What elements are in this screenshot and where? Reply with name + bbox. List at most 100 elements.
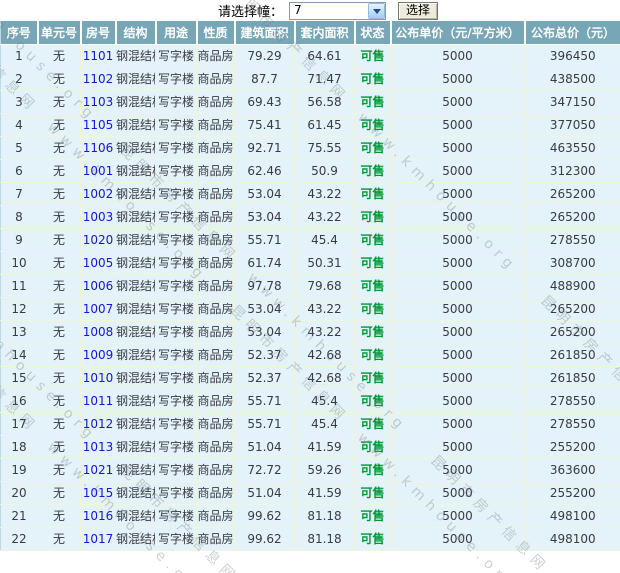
cell-unit_price: 5000	[390, 251, 525, 275]
cell-unit_price: 5000	[390, 389, 525, 413]
cell-seq: 12	[0, 297, 38, 321]
cell-seq: 7	[0, 182, 38, 206]
room-link[interactable]: 1015	[80, 481, 116, 505]
cell-build_area: 53.04	[234, 297, 295, 321]
cell-seq: 13	[0, 320, 38, 344]
room-link[interactable]: 1020	[80, 228, 116, 252]
cell-unit: 无	[37, 274, 81, 298]
cell-structure: 钢混结构	[115, 504, 156, 528]
room-link[interactable]: 1009	[80, 343, 116, 367]
table-row: 10无1005钢混结构写字楼商品房61.7450.31可售5000308700	[0, 251, 620, 275]
cell-total_price: 438500	[524, 67, 620, 91]
cell-inner_area: 75.55	[294, 136, 355, 160]
cell-structure: 钢混结构	[115, 435, 156, 459]
cell-build_area: 87.7	[234, 67, 295, 91]
room-link[interactable]: 1106	[80, 136, 116, 160]
table-row: 17无1012钢混结构写字楼商品房55.7145.4可售5000278550	[0, 412, 620, 436]
cell-seq: 9	[0, 228, 38, 252]
cell-build_area: 52.37	[234, 366, 295, 390]
table-row: 8无1003钢混结构写字楼商品房53.0443.22可售5000265200	[0, 205, 620, 229]
cell-unit: 无	[37, 182, 81, 206]
cell-usage: 写字楼	[155, 458, 197, 482]
cell-unit_price: 5000	[390, 297, 525, 321]
cell-unit: 无	[37, 343, 81, 367]
cell-seq: 15	[0, 366, 38, 390]
cell-unit_price: 5000	[390, 504, 525, 528]
cell-status: 可售	[354, 343, 391, 367]
cell-unit_price: 5000	[390, 90, 525, 114]
cell-inner_area: 81.18	[294, 527, 355, 551]
cell-nature: 商品房	[196, 504, 235, 528]
cell-inner_area: 50.31	[294, 251, 355, 275]
room-link[interactable]: 1002	[80, 182, 116, 206]
room-link[interactable]: 1011	[80, 389, 116, 413]
cell-build_area: 69.43	[234, 90, 295, 114]
select-button[interactable]: 选择	[398, 1, 439, 20]
cell-build_area: 53.04	[234, 205, 295, 229]
table-row: 5无1106钢混结构写字楼商品房92.7175.55可售5000463550	[0, 136, 620, 160]
column-header-8: 状态	[354, 21, 392, 45]
column-header-1: 单元号	[37, 21, 82, 45]
cell-status: 可售	[354, 481, 391, 505]
cell-total_price: 308700	[524, 251, 620, 275]
cell-unit: 无	[37, 481, 81, 505]
cell-total_price: 278550	[524, 228, 620, 252]
room-link[interactable]: 1101	[80, 44, 116, 68]
cell-structure: 钢混结构	[115, 297, 156, 321]
cell-status: 可售	[354, 182, 391, 206]
cell-structure: 钢混结构	[115, 228, 156, 252]
cell-inner_area: 61.45	[294, 113, 355, 137]
cell-total_price: 347150	[524, 90, 620, 114]
room-link[interactable]: 1016	[80, 504, 116, 528]
building-dropdown[interactable]: 7	[289, 1, 387, 20]
cell-usage: 写字楼	[155, 113, 197, 137]
table-row: 1无1101钢混结构写字楼商品房79.2964.61可售5000396450	[0, 44, 620, 68]
cell-structure: 钢混结构	[115, 182, 156, 206]
room-link[interactable]: 1007	[80, 297, 116, 321]
cell-inner_area: 56.58	[294, 90, 355, 114]
column-header-7: 套内面积	[294, 21, 356, 45]
cell-nature: 商品房	[196, 136, 235, 160]
room-link[interactable]: 1006	[80, 274, 116, 298]
cell-usage: 写字楼	[155, 251, 197, 275]
room-link[interactable]: 1005	[80, 251, 116, 275]
cell-structure: 钢混结构	[115, 481, 156, 505]
cell-status: 可售	[354, 504, 391, 528]
room-link[interactable]: 1001	[80, 159, 116, 183]
room-link[interactable]: 1012	[80, 412, 116, 436]
cell-unit: 无	[37, 412, 81, 436]
cell-status: 可售	[354, 320, 391, 344]
room-link[interactable]: 1105	[80, 113, 116, 137]
room-link[interactable]: 1008	[80, 320, 116, 344]
cell-unit_price: 5000	[390, 182, 525, 206]
cell-seq: 17	[0, 412, 38, 436]
dropdown-arrow-icon[interactable]	[368, 2, 386, 19]
room-link[interactable]: 1102	[80, 67, 116, 91]
cell-inner_area: 41.59	[294, 481, 355, 505]
cell-structure: 钢混结构	[115, 343, 156, 367]
cell-usage: 写字楼	[155, 343, 197, 367]
room-link[interactable]: 1017	[80, 527, 116, 551]
room-link[interactable]: 1010	[80, 366, 116, 390]
cell-unit: 无	[37, 205, 81, 229]
table-row: 3无1103钢混结构写字楼商品房69.4356.58可售5000347150	[0, 90, 620, 114]
cell-seq: 2	[0, 67, 38, 91]
cell-status: 可售	[354, 67, 391, 91]
cell-inner_area: 79.68	[294, 274, 355, 298]
cell-unit_price: 5000	[390, 274, 525, 298]
room-link[interactable]: 1021	[80, 458, 116, 482]
cell-seq: 8	[0, 205, 38, 229]
cell-total_price: 498100	[524, 527, 620, 551]
cell-unit: 无	[37, 504, 81, 528]
room-link[interactable]: 1103	[80, 90, 116, 114]
cell-total_price: 278550	[524, 412, 620, 436]
room-link[interactable]: 1013	[80, 435, 116, 459]
cell-usage: 写字楼	[155, 136, 197, 160]
cell-unit: 无	[37, 228, 81, 252]
cell-seq: 22	[0, 527, 38, 551]
cell-nature: 商品房	[196, 343, 235, 367]
cell-unit: 无	[37, 389, 81, 413]
room-link[interactable]: 1003	[80, 205, 116, 229]
cell-seq: 1	[0, 44, 38, 68]
cell-structure: 钢混结构	[115, 274, 156, 298]
